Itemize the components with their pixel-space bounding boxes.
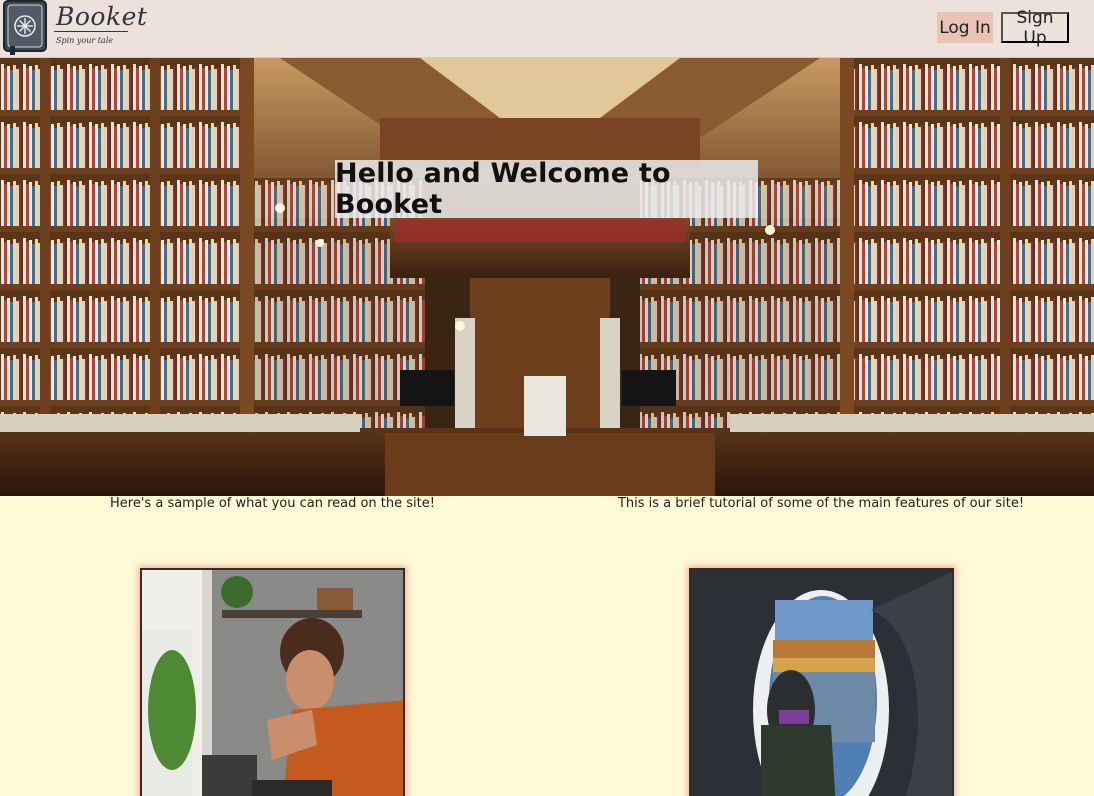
- login-button[interactable]: Log In: [937, 12, 993, 43]
- signup-button[interactable]: Sign Up: [1001, 8, 1069, 48]
- sample-caption: Here's a sample of what you can read on …: [110, 496, 435, 511]
- tutorial-card[interactable]: [689, 568, 954, 796]
- booket-logo[interactable]: Booket Spin your tale: [2, 0, 147, 56]
- tutorial-caption: This is a brief tutorial of some of the …: [617, 496, 1025, 511]
- brand-underline: [54, 31, 128, 32]
- hero-banner: Hello and Welcome to Booket: [0, 58, 1094, 496]
- library-hero-image: [0, 58, 1094, 496]
- tent-lake-image: [691, 570, 952, 796]
- book-logo-icon: [3, 0, 47, 55]
- top-navbar: Booket Spin your tale Log In Sign Up: [0, 0, 1094, 58]
- hero-title: Hello and Welcome to Booket: [335, 158, 758, 220]
- brand-name: Booket: [56, 2, 148, 31]
- sample-story-card[interactable]: [140, 568, 405, 796]
- brand-tagline: Spin your tale: [56, 36, 113, 45]
- cooking-man-image: [142, 570, 403, 796]
